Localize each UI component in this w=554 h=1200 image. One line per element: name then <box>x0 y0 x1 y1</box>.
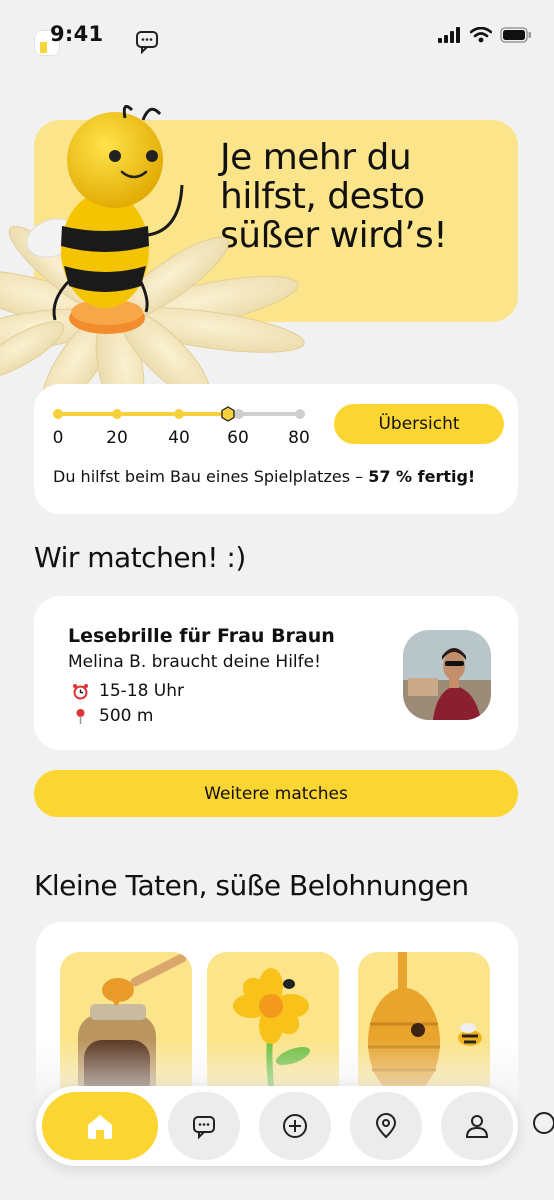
tab-messages[interactable] <box>168 1092 240 1160</box>
tab-profile[interactable] <box>441 1092 513 1160</box>
home-icon <box>88 1115 112 1139</box>
user-icon <box>465 1115 489 1138</box>
match-time: 15-18 Uhr <box>99 681 185 701</box>
more-matches-button[interactable]: Weitere matches <box>34 770 518 817</box>
match-avatar-photo <box>403 630 491 720</box>
tab-home[interactable] <box>42 1092 158 1160</box>
matches-section-title: Wir matchen! :) <box>34 541 246 574</box>
cellular-signal-icon <box>438 27 460 43</box>
match-distance: 500 m <box>99 706 154 726</box>
wifi-icon <box>470 27 492 43</box>
map-pin-icon <box>375 1113 397 1139</box>
progress-percent-text: 57 % fertig! <box>368 467 476 486</box>
progress-step-dot <box>112 409 122 419</box>
progress-description-text: Du hilfst beim Bau eines Spielplatzes – <box>53 467 369 486</box>
tab-add[interactable] <box>259 1092 331 1160</box>
match-subtitle: Melina B. braucht deine Hilfe! <box>68 652 321 672</box>
progress-description: Du hilfst beim Bau eines Spielplatzes – … <box>53 467 475 486</box>
location-pin-icon <box>76 708 85 724</box>
bee-on-flower-illustration <box>0 105 305 405</box>
progress-fill <box>58 412 231 416</box>
tab-map[interactable] <box>350 1092 422 1160</box>
chat-notification-icon[interactable] <box>134 28 160 54</box>
match-distance-row: 500 m <box>72 706 153 726</box>
progress-tick-label: 0 <box>52 428 64 448</box>
progress-tick-label: 20 <box>106 428 128 448</box>
progress-tick-label: 80 <box>288 428 310 448</box>
progress-tick-label: 40 <box>168 428 190 448</box>
match-title: Lesebrille für Frau Braun <box>68 625 335 647</box>
honeycomb-marker-icon <box>221 406 235 422</box>
plus-circle-icon <box>283 1114 307 1138</box>
progress-step-dot <box>53 409 63 419</box>
match-time-row: 15-18 Uhr <box>72 681 184 701</box>
progress-step-dot <box>295 409 305 419</box>
status-indicators <box>438 27 532 43</box>
overview-button[interactable]: Übersicht <box>334 404 504 444</box>
status-time: 9:41 <box>50 22 104 46</box>
battery-icon <box>500 27 531 43</box>
alarm-clock-icon <box>73 683 88 699</box>
rewards-section-title: Kleine Taten, süße Belohnungen <box>34 869 469 902</box>
overflow-tab-icon[interactable] <box>533 1112 554 1134</box>
chat-icon <box>193 1116 215 1139</box>
progress-tick-label: 60 <box>227 428 249 448</box>
progress-step-dot <box>174 409 184 419</box>
